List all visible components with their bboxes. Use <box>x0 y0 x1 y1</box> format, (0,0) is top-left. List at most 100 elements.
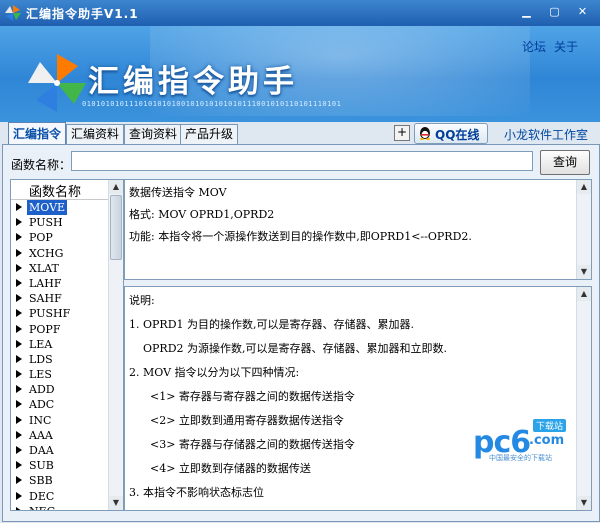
list-header[interactable]: 函数名称 <box>11 180 109 200</box>
detail-line: 功能: 本指令将一个源操作数送到目的操作数中,即OPRD1<--OPRD2. <box>129 230 472 243</box>
row-arrow-icon <box>16 446 22 454</box>
function-name-input[interactable] <box>71 151 533 171</box>
qq-online-button[interactable]: QQ在线 <box>414 123 488 144</box>
list-item-label: AAA <box>29 428 53 442</box>
query-button[interactable]: 查询 <box>540 150 590 175</box>
list-item[interactable]: LAHF <box>11 276 109 291</box>
list-item[interactable]: NEG <box>11 504 109 510</box>
tab-assembly-instructions[interactable]: 汇编指令 <box>8 122 67 145</box>
list-item-label: DAA <box>29 444 54 457</box>
list-item[interactable]: SAHF <box>11 291 109 306</box>
list-item[interactable]: DEC <box>11 489 109 504</box>
scroll-up-arrow-icon[interactable]: ▲ <box>109 180 123 194</box>
list-item[interactable]: LEA <box>11 337 109 352</box>
list-item-label: LDS <box>29 352 53 366</box>
list-item-label: LAHF <box>29 276 62 290</box>
row-arrow-icon <box>16 278 22 287</box>
function-name-label: 函数名称： <box>11 158 72 172</box>
app-icon <box>5 5 21 21</box>
row-arrow-icon <box>16 233 22 242</box>
watermark-badge: 下载站 <box>533 419 567 432</box>
about-link[interactable]: 关于 <box>554 38 578 55</box>
list-item-label: ADC <box>29 398 55 412</box>
scroll-thumb[interactable] <box>110 195 122 260</box>
qq-online-label: QQ在线 <box>435 128 480 142</box>
tab-assembly-materials[interactable]: 汇编资料 <box>66 124 125 144</box>
scroll-up-arrow-icon[interactable]: ▲ <box>577 287 591 301</box>
scroll-down-arrow-icon[interactable]: ▼ <box>109 496 123 510</box>
list-item-label: PUSH <box>29 216 63 230</box>
list-item-label: SBB <box>29 474 53 488</box>
list-item[interactable]: SUB <box>11 458 109 473</box>
list-item[interactable]: PUSH <box>11 215 109 230</box>
title-bar[interactable]: 汇编指令助手V1.1 ▁ ▢ ✕ <box>0 0 600 26</box>
list-scrollbar[interactable]: ▲ ▼ <box>108 180 123 510</box>
row-arrow-icon <box>16 476 22 485</box>
list-item[interactable]: INC <box>11 413 109 428</box>
list-item[interactable]: ADC <box>11 397 109 412</box>
detail-scrollbar[interactable]: ▲ ▼ <box>576 180 591 279</box>
list-item[interactable]: LDS <box>11 352 109 367</box>
list-item[interactable]: LES <box>11 367 109 382</box>
list-item[interactable]: SBB <box>11 473 109 488</box>
row-arrow-icon <box>16 491 22 500</box>
list-item[interactable]: AAA <box>11 428 109 443</box>
list-item[interactable]: ADD <box>11 382 109 397</box>
list-item-label: XCHG <box>29 246 64 260</box>
list-item[interactable]: POP <box>11 230 109 245</box>
list-item-label: LES <box>29 368 52 382</box>
watermark-domain: .com <box>529 433 565 448</box>
pc6-watermark-logo: pc6 下载站 .com 中国最安全的下载站 <box>473 419 573 465</box>
row-arrow-icon <box>16 415 22 424</box>
detail-line: 数据传送指令 MOV <box>129 186 227 199</box>
scroll-down-arrow-icon[interactable]: ▼ <box>577 496 591 510</box>
list-item[interactable]: POPF <box>11 322 109 337</box>
row-arrow-icon <box>16 370 22 379</box>
notes-line: 说明: <box>129 294 155 307</box>
notes-scrollbar[interactable]: ▲ ▼ <box>576 287 591 510</box>
row-arrow-icon <box>16 263 22 272</box>
window-title: 汇编指令助手V1.1 <box>26 7 139 21</box>
maximize-button[interactable]: ▢ <box>546 4 563 20</box>
list-item-label: LEA <box>29 337 53 351</box>
tab-product-upgrade[interactable]: 产品升级 <box>180 124 239 144</box>
close-button[interactable]: ✕ <box>574 4 591 20</box>
list-item-label: PUSHF <box>29 307 71 321</box>
tab-bar: 汇编指令 汇编资料 查询资料 产品升级 + QQ在线 小龙软件工作室 <box>0 122 600 145</box>
list-item[interactable]: XLAT <box>11 261 109 276</box>
row-arrow-icon <box>16 339 22 348</box>
scroll-down-arrow-icon[interactable]: ▼ <box>577 265 591 279</box>
list-item-label: POPF <box>29 322 61 336</box>
row-arrow-icon <box>16 461 22 470</box>
studio-link[interactable]: 小龙软件工作室 <box>504 126 588 143</box>
instruction-detail-box[interactable]: 数据传送指令 MOV 格式: MOV OPRD1,OPRD2 功能: 本指令将一… <box>124 179 592 280</box>
row-arrow-icon <box>16 354 22 363</box>
row-arrow-icon <box>16 506 22 510</box>
scroll-up-arrow-icon[interactable]: ▲ <box>577 180 591 194</box>
row-arrow-icon <box>16 218 22 227</box>
row-arrow-icon <box>16 203 22 211</box>
add-button[interactable]: + <box>394 125 410 141</box>
list-item[interactable]: MOVE <box>11 200 109 215</box>
list-item[interactable]: PUSHF <box>11 306 109 321</box>
detail-text: 数据传送指令 MOV 格式: MOV OPRD1,OPRD2 功能: 本指令将一… <box>129 182 573 248</box>
instruction-notes-box[interactable]: 说明: 1. OPRD1 为目的操作数,可以是寄存器、存储器、累加器. OPRD… <box>124 286 592 511</box>
list-item[interactable]: XCHG <box>11 246 109 261</box>
list-item-label: SUB <box>29 459 54 473</box>
binary-decoration: 0101010101110101010100101010101010111001… <box>82 100 342 108</box>
list-item-label: ADD <box>29 383 55 397</box>
row-arrow-icon <box>16 294 22 303</box>
notes-line: 3. 本指令不影响状态标志位 <box>129 486 264 499</box>
tab-query-materials[interactable]: 查询资料 <box>124 124 183 144</box>
forum-link[interactable]: 论坛 <box>522 38 546 55</box>
detail-line: 格式: MOV OPRD1,OPRD2 <box>129 208 275 221</box>
notes-line: <1> 寄存器与寄存器之间的数据传送指令 <box>129 390 355 403</box>
row-arrow-icon <box>16 385 22 394</box>
list-item[interactable]: DAA <box>11 443 109 458</box>
instruction-list[interactable]: 函数名称 MOVE PUSH POP XCHG XLAT LAHF SAHF PUSHF POP… <box>10 179 124 511</box>
notes-line: OPRD2 为源操作数,可以是寄存器、存储器、累加器和立即数. <box>129 342 447 355</box>
minimize-button[interactable]: ▁ <box>518 4 535 20</box>
header-banner: 论坛 关于 汇编指令助手 010101010111010101010010101… <box>0 26 600 122</box>
pinwheel-logo-icon <box>28 54 86 112</box>
list-header-label: 函数名称 <box>29 185 82 200</box>
